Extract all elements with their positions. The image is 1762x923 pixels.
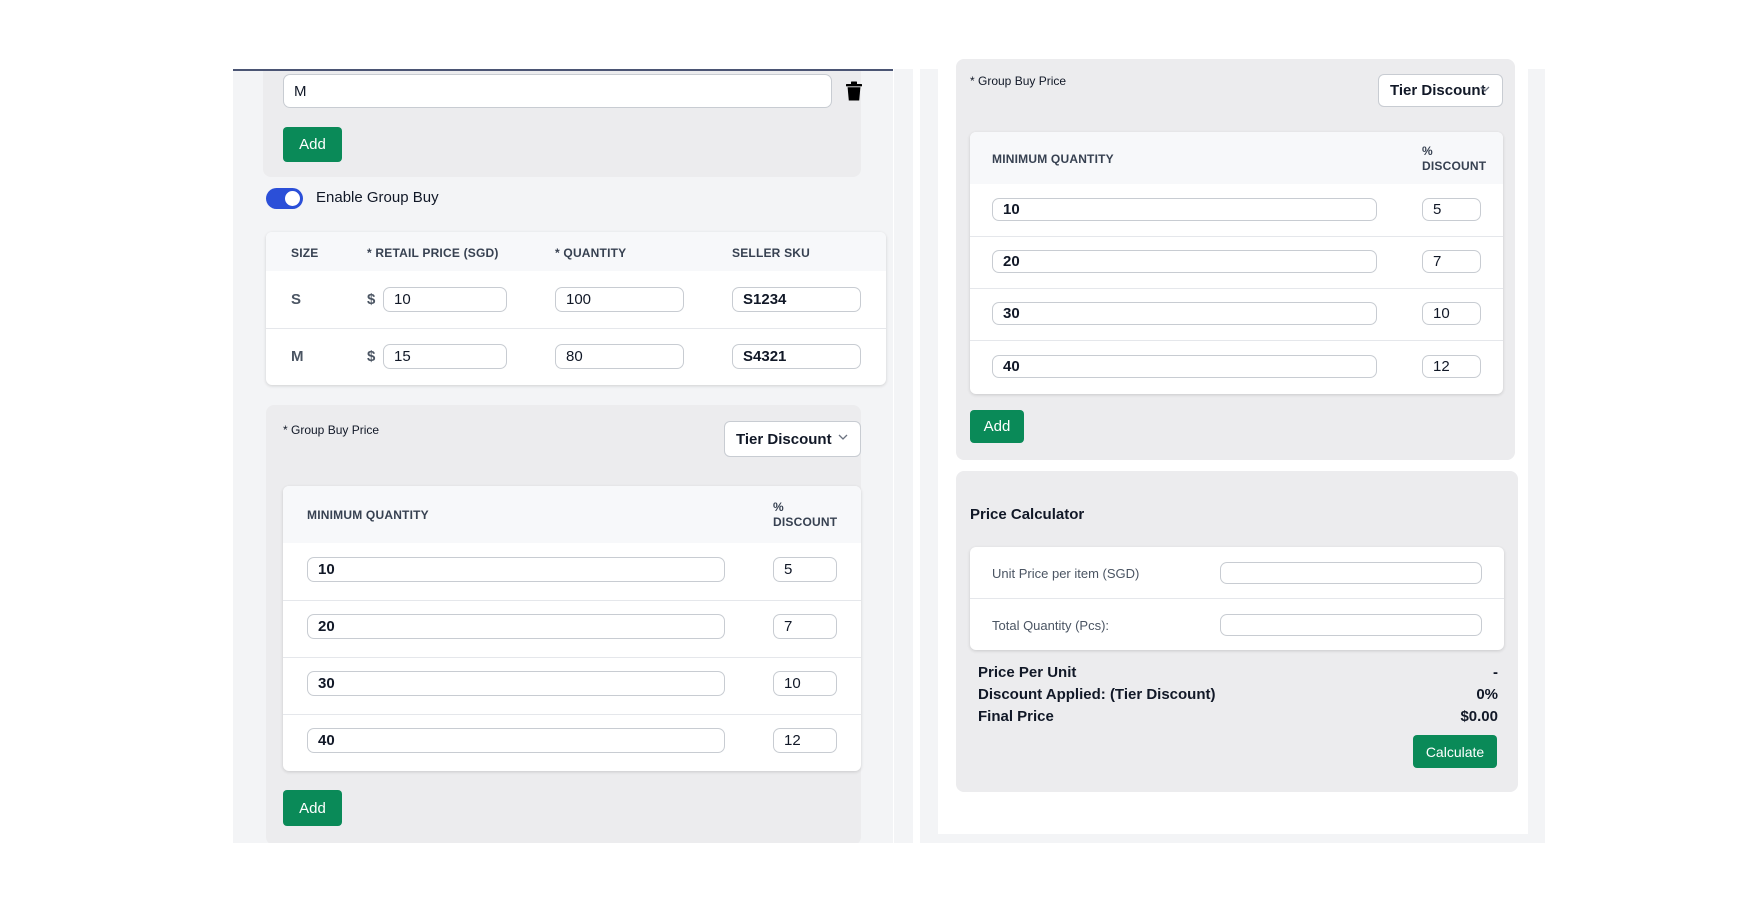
price-per-unit-value: -	[1493, 664, 1498, 681]
currency-symbol: $	[367, 348, 376, 365]
retail-price-input[interactable]: 15	[383, 344, 507, 369]
header-size: SIZE	[291, 246, 319, 260]
retail-price-input[interactable]: 10	[383, 287, 507, 312]
min-quantity-input[interactable]: 20	[307, 614, 725, 639]
trash-icon[interactable]	[845, 81, 863, 101]
total-qty-label: Total Quantity (Pcs):	[992, 618, 1110, 633]
discount-type-select[interactable]: Tier Discount	[1378, 74, 1503, 107]
header-retail-price: * RETAIL PRICE (SGD)	[367, 246, 499, 260]
total-qty-input[interactable]	[1220, 614, 1482, 636]
header-discount: DISCOUNT	[773, 515, 838, 529]
min-quantity-input[interactable]: 40	[307, 728, 725, 753]
size-option-input[interactable]: M	[283, 74, 832, 108]
tier-table: MINIMUM QUANTITY % DISCOUNT 10 5 20 7 30…	[970, 132, 1503, 394]
header-percent: %	[773, 500, 784, 514]
chevron-down-icon	[838, 434, 848, 440]
discount-type-select[interactable]: Tier Discount	[724, 421, 861, 457]
min-quantity-input[interactable]: 30	[307, 671, 725, 696]
chevron-down-icon	[1480, 86, 1490, 92]
right-content: * Group Buy Price Tier Discount MINIMUM …	[920, 59, 1545, 843]
calculate-button[interactable]: Calculate	[1413, 735, 1497, 768]
size-cell: S	[291, 291, 302, 308]
final-price-value: $0.00	[1460, 708, 1498, 725]
discount-type-value: Tier Discount	[736, 430, 832, 448]
discount-input[interactable]: 7	[1422, 250, 1481, 273]
calculator-divider	[970, 598, 1504, 599]
tier-table: MINIMUM QUANTITY % DISCOUNT 10 5 20 7 30…	[283, 486, 861, 771]
seller-sku-input[interactable]: S4321	[732, 344, 861, 369]
header-percent: %	[1422, 144, 1433, 158]
min-quantity-input[interactable]: 10	[307, 557, 725, 582]
unit-price-input[interactable]	[1220, 562, 1482, 584]
final-price-label: Final Price	[978, 708, 1054, 725]
header-min-quantity: MINIMUM QUANTITY	[992, 152, 1114, 166]
discount-input[interactable]: 5	[1422, 198, 1481, 221]
min-quantity-input[interactable]: 20	[992, 250, 1377, 273]
group-buy-price-label: * Group Buy Price	[970, 74, 1067, 88]
unit-price-label: Unit Price per item (SGD)	[992, 566, 1140, 581]
add-size-button[interactable]: Add	[283, 127, 342, 162]
size-cell: M	[291, 348, 304, 365]
group-buy-toggle[interactable]	[266, 188, 303, 209]
min-quantity-input[interactable]: 30	[992, 302, 1377, 325]
discount-applied-label: Discount Applied: (Tier Discount)	[978, 686, 1216, 703]
group-buy-price-label: * Group Buy Price	[283, 423, 380, 437]
toggle-knob	[285, 191, 300, 206]
quantity-input[interactable]: 80	[555, 344, 684, 369]
calculator-title: Price Calculator	[970, 506, 1085, 523]
discount-type-value: Tier Discount	[1390, 82, 1486, 99]
header-min-quantity: MINIMUM QUANTITY	[307, 508, 429, 522]
seller-sku-input[interactable]: S1234	[732, 287, 861, 312]
group-buy-toggle-label: Enable Group Buy	[316, 189, 439, 206]
discount-input[interactable]: 10	[1422, 302, 1481, 325]
discount-input[interactable]: 12	[773, 728, 837, 753]
discount-input[interactable]: 5	[773, 557, 837, 582]
header-quantity: * QUANTITY	[555, 246, 627, 260]
currency-symbol: $	[367, 291, 376, 308]
discount-input[interactable]: 12	[1422, 355, 1481, 378]
discount-input[interactable]: 10	[773, 671, 837, 696]
add-tier-button[interactable]: Add	[283, 790, 342, 826]
calculator-inputs: Unit Price per item (SGD) Total Quantity…	[970, 547, 1504, 650]
price-per-unit-label: Price Per Unit	[978, 664, 1077, 681]
header-discount: DISCOUNT	[1422, 159, 1487, 173]
add-tier-button[interactable]: Add	[970, 410, 1024, 443]
min-quantity-input[interactable]: 40	[992, 355, 1377, 378]
quantity-input[interactable]: 100	[555, 287, 684, 312]
discount-applied-value: 0%	[1476, 686, 1498, 703]
left-scrollbar[interactable]	[893, 69, 913, 843]
left-panel: M Add Enable Group Buy SIZE * RETAIL PRI…	[233, 69, 913, 843]
variant-table: SIZE * RETAIL PRICE (SGD) * QUANTITY SEL…	[266, 232, 886, 385]
header-seller-sku: SELLER SKU	[732, 246, 811, 260]
min-quantity-input[interactable]: 10	[992, 198, 1377, 221]
discount-input[interactable]: 7	[773, 614, 837, 639]
